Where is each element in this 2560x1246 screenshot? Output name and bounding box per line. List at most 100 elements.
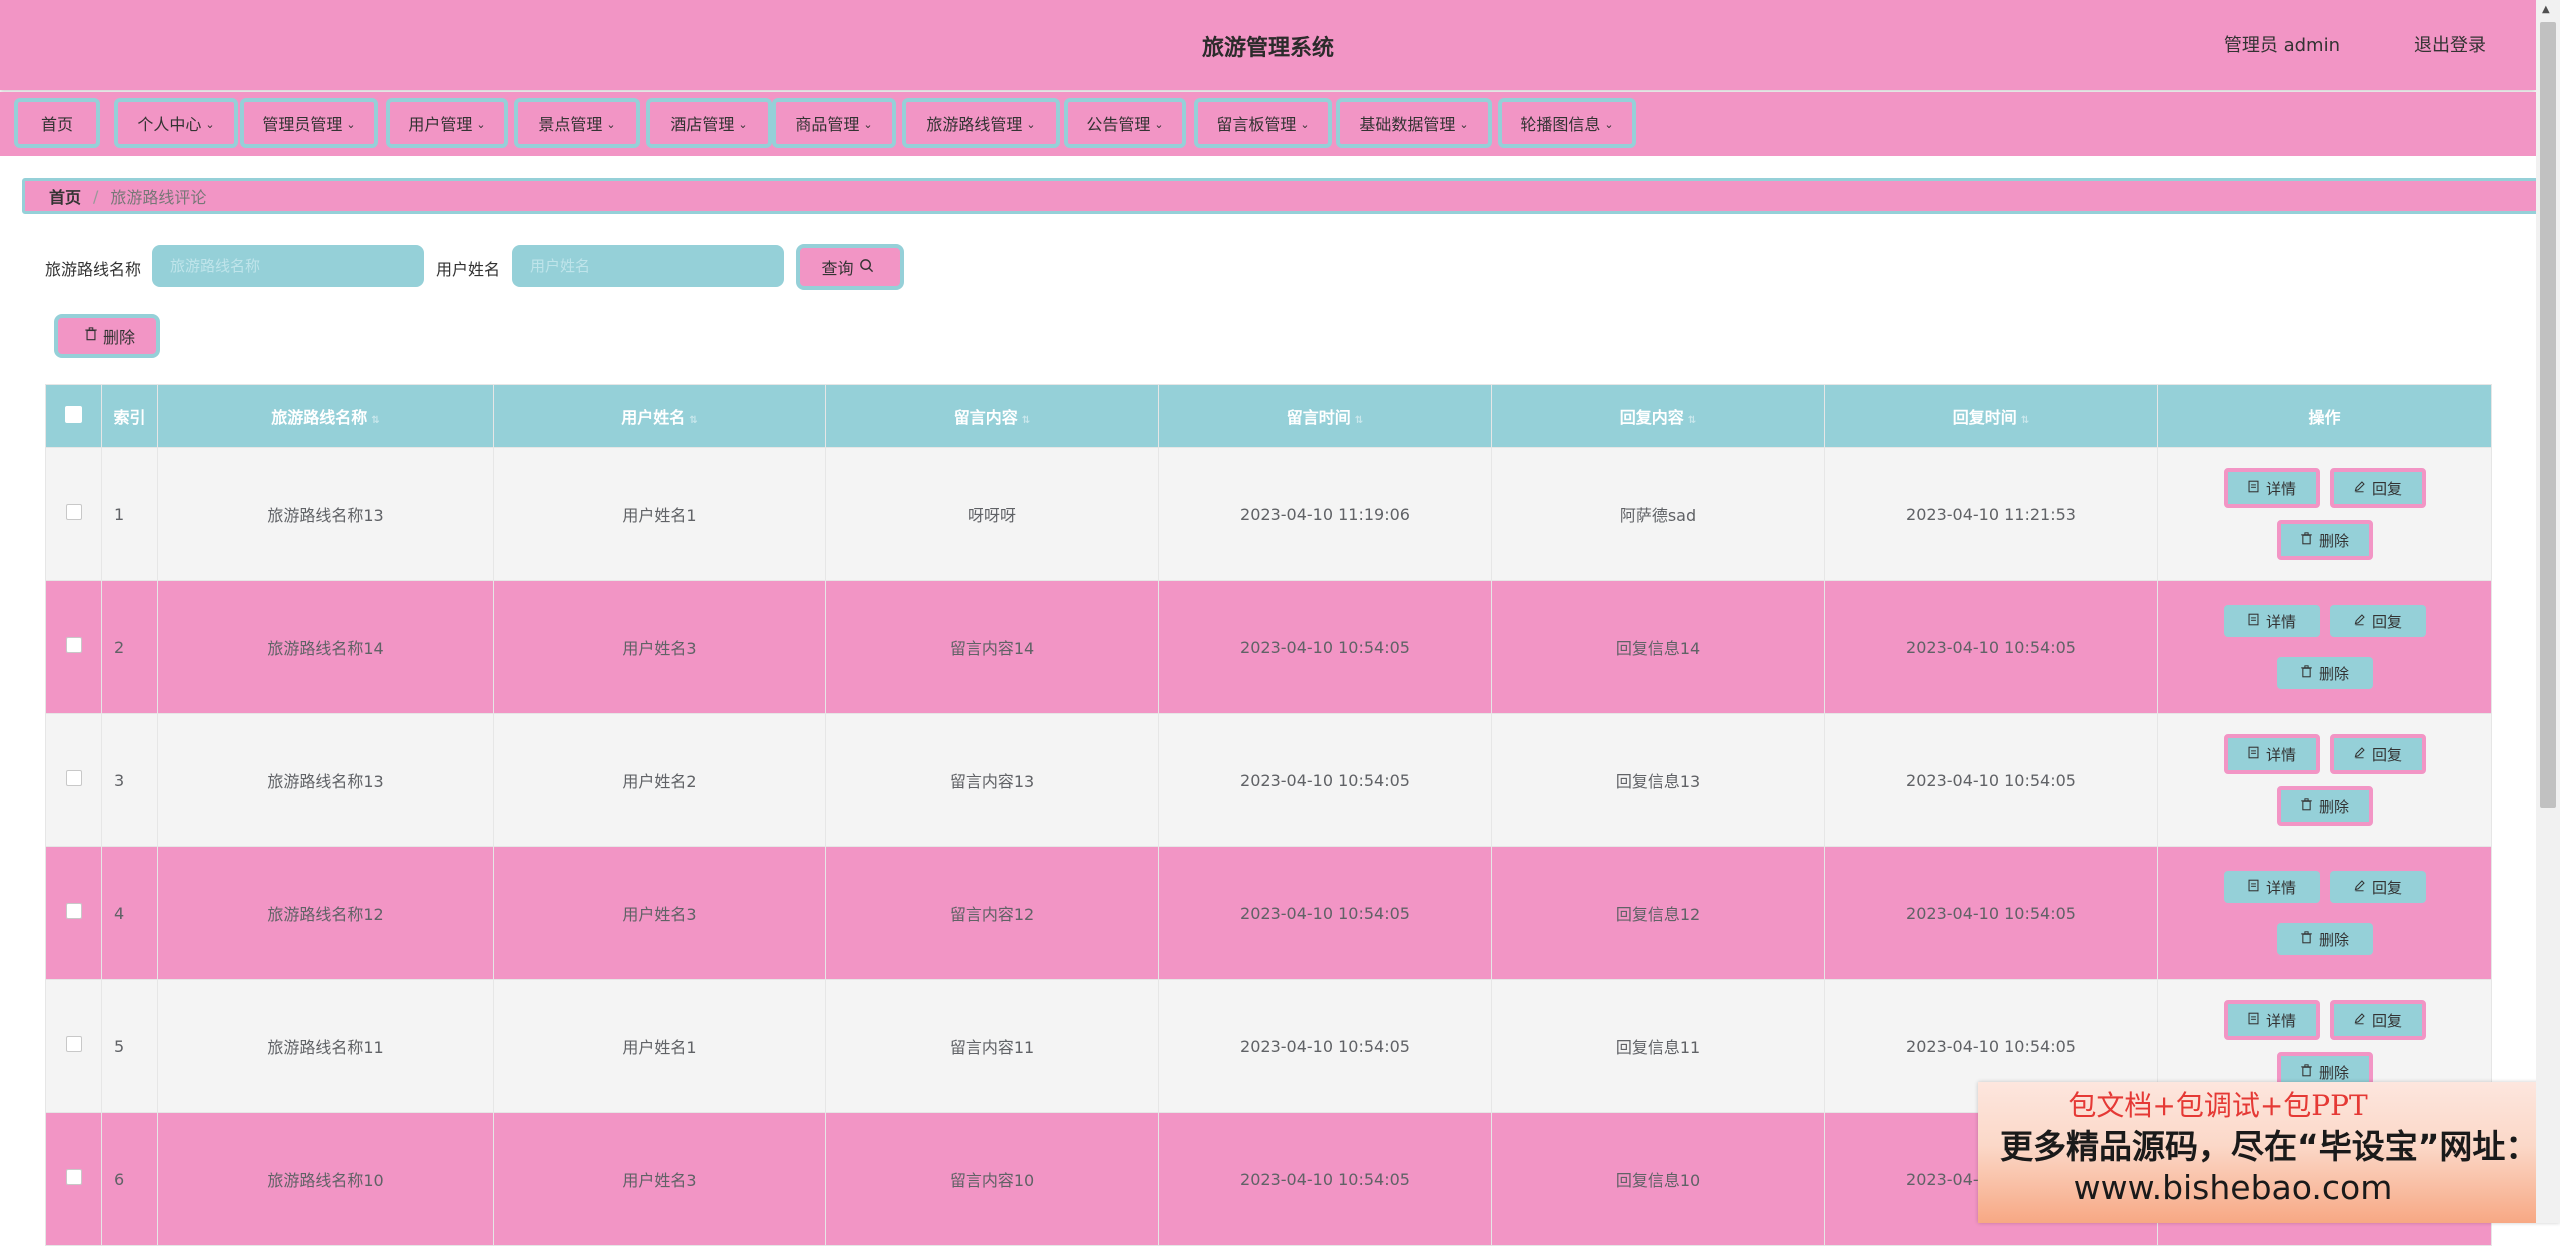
promo-url[interactable]: www.bishebao.com (1978, 1168, 2488, 1207)
delete-button[interactable]: 删除 (2276, 657, 2373, 689)
top-header: 旅游管理系统 管理员 admin 退出登录 (0, 0, 2536, 90)
reply-button[interactable]: 回复 (2329, 468, 2426, 508)
cell-message-time: 2023-04-10 10:54:05 (1158, 1112, 1492, 1246)
col-message-time[interactable]: 留言时间 ⇅ (1158, 384, 1492, 448)
page-scrollbar[interactable]: ▲ (2536, 0, 2560, 1223)
nav-item-carousel-info[interactable]: 轮播图信息 ⌄ (1498, 98, 1636, 148)
select-all-checkbox[interactable] (65, 405, 82, 423)
edit-icon (2353, 1012, 2366, 1029)
row-checkbox[interactable] (65, 903, 82, 919)
detail-button[interactable]: 详情 (2223, 468, 2320, 508)
cell-actions: 详情回复删除 (2157, 580, 2492, 714)
reply-button[interactable]: 回复 (2329, 605, 2426, 637)
app-title: 旅游管理系统 (1201, 36, 1334, 61)
col-route-name[interactable]: 旅游路线名称 ⇅ (157, 384, 494, 448)
nav-item-message-board-management[interactable]: 留言板管理 ⌄ (1194, 98, 1332, 148)
trash-icon (2300, 664, 2313, 682)
nav-item-base-data-management[interactable]: 基础数据管理 ⌄ (1336, 98, 1492, 148)
row-checkbox[interactable] (65, 1169, 82, 1185)
detail-button[interactable]: 详情 (2223, 734, 2320, 774)
reply-button[interactable]: 回复 (2329, 1000, 2426, 1040)
promo-banner: 包文档+包调试+包PPT 更多精品源码，尽在“毕设宝”网址： www.bishe… (1978, 1082, 2560, 1223)
nav-item-hotel-management[interactable]: 酒店管理 ⌄ (646, 98, 772, 148)
cell-message-time: 2023-04-10 10:54:05 (1158, 979, 1492, 1113)
edit-icon (2353, 746, 2366, 763)
detail-button[interactable]: 详情 (2223, 605, 2320, 637)
promo-line-2: 更多精品源码，尽在“毕设宝”网址： (2000, 1127, 2539, 1166)
trash-icon (2300, 930, 2313, 948)
document-icon (2247, 613, 2260, 630)
detail-button[interactable]: 详情 (2223, 1000, 2320, 1040)
row-checkbox[interactable] (65, 770, 82, 786)
breadcrumb-home[interactable]: 首页 (49, 184, 81, 208)
table-header-row: 索引 旅游路线名称 ⇅ 用户姓名 ⇅ 留言内容 ⇅ 留言时间 ⇅ 回复内容 ⇅ 回复时间 ⇅… (45, 384, 2492, 448)
scrollbar-thumb[interactable] (2540, 22, 2556, 808)
nav-item-route-management[interactable]: 旅游路线管理 ⌄ (902, 98, 1060, 148)
cell-route-name: 旅游路线名称14 (157, 580, 494, 714)
chevron-down-icon: ⌄ (476, 117, 486, 131)
reply-button[interactable]: 回复 (2329, 871, 2426, 903)
cell-route-name: 旅游路线名称13 (157, 447, 494, 581)
col-reply-time[interactable]: 回复时间 ⇅ (1824, 384, 2158, 448)
cell-reply-content: 回复信息12 (1491, 846, 1825, 980)
document-icon (2247, 746, 2260, 763)
col-user-name[interactable]: 用户姓名 ⇅ (493, 384, 826, 448)
reply-button[interactable]: 回复 (2329, 734, 2426, 774)
cell-message-time: 2023-04-10 10:54:05 (1158, 846, 1492, 980)
row-checkbox[interactable] (65, 1036, 82, 1052)
route-name-input[interactable] (152, 245, 424, 287)
cell-message-content: 留言内容14 (825, 580, 1159, 714)
batch-delete-button[interactable]: 删除 (54, 314, 160, 358)
nav-item-user-management[interactable]: 用户管理 ⌄ (386, 98, 508, 148)
breadcrumb-current: 旅游路线评论 (110, 188, 207, 207)
nav-item-scenic-management[interactable]: 景点管理 ⌄ (514, 98, 640, 148)
nav-item-admin-management[interactable]: 管理员管理 ⌄ (240, 98, 378, 148)
row-checkbox[interactable] (65, 637, 82, 653)
edit-icon (2353, 879, 2366, 896)
sort-icon: ⇅ (1354, 415, 1364, 426)
delete-button[interactable]: 删除 (2276, 786, 2373, 826)
chevron-down-icon: ⌄ (1604, 117, 1614, 131)
cell-actions: 详情回复删除 (2157, 447, 2492, 581)
cell-message-time: 2023-04-10 10:54:05 (1158, 580, 1492, 714)
delete-button[interactable]: 删除 (2276, 923, 2373, 955)
cell-reply-content: 阿萨德sad (1491, 447, 1825, 581)
trash-icon (2300, 1063, 2313, 1081)
row-checkbox[interactable] (65, 504, 82, 520)
chevron-down-icon: ⌄ (1154, 117, 1164, 131)
nav-item-notice-management[interactable]: 公告管理 ⌄ (1064, 98, 1186, 148)
cell-message-time: 2023-04-10 11:19:06 (1158, 447, 1492, 581)
cell-message-content: 留言内容10 (825, 1112, 1159, 1246)
sort-icon: ⇅ (689, 415, 698, 426)
cell-reply-time: 2023-04-10 11:21:53 (1824, 447, 2158, 581)
scroll-up-arrow-icon[interactable]: ▲ (2542, 4, 2550, 15)
sort-icon: ⇅ (1021, 415, 1031, 426)
logout-link[interactable]: 退出登录 (2414, 31, 2486, 57)
delete-button[interactable]: 删除 (2276, 520, 2373, 560)
row-select-cell (45, 1112, 102, 1246)
cell-index: 2 (101, 580, 158, 714)
edit-icon (2353, 480, 2366, 497)
cell-reply-content: 回复信息14 (1491, 580, 1825, 714)
user-name-input[interactable] (512, 245, 784, 287)
chevron-down-icon: ⌄ (863, 117, 873, 131)
nav-item-home[interactable]: 首页 (14, 98, 100, 148)
select-all-header (45, 384, 102, 448)
nav-item-goods-management[interactable]: 商品管理 ⌄ (772, 98, 896, 148)
chevron-down-icon: ⌄ (738, 117, 748, 131)
col-reply-content[interactable]: 回复内容 ⇅ (1491, 384, 1825, 448)
breadcrumb: 首页 / 旅游路线评论 (22, 178, 2542, 214)
col-message-content[interactable]: 留言内容 ⇅ (825, 384, 1159, 448)
detail-button[interactable]: 详情 (2223, 871, 2320, 903)
cell-user-name: 用户姓名1 (493, 447, 826, 581)
query-button[interactable]: 查询 (796, 244, 904, 290)
col-actions: 操作 (2157, 384, 2492, 448)
trash-icon (2300, 797, 2313, 815)
search-icon (859, 258, 874, 277)
chevron-down-icon: ⌄ (1459, 117, 1469, 131)
cell-route-name: 旅游路线名称10 (157, 1112, 494, 1246)
cell-route-name: 旅游路线名称11 (157, 979, 494, 1113)
document-icon (2247, 480, 2260, 497)
nav-item-personal-center[interactable]: 个人中心 ⌄ (114, 98, 238, 148)
col-index: 索引 (101, 384, 158, 448)
